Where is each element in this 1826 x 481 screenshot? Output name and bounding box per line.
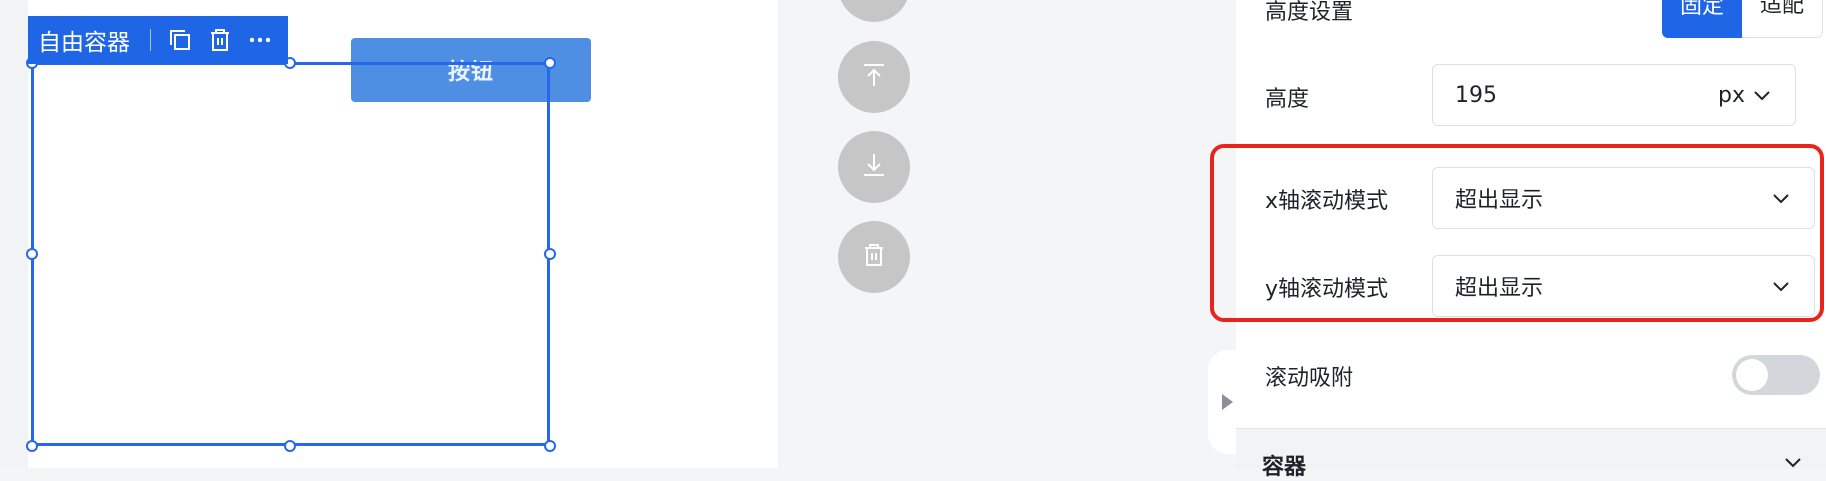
scroll-snap-toggle[interactable]: [1732, 355, 1820, 395]
move-down-button[interactable]: [838, 131, 910, 203]
resize-handle-left[interactable]: [26, 248, 38, 260]
toggle-knob: [1736, 359, 1768, 391]
delete-icon: [859, 240, 889, 274]
move-up-icon: [859, 60, 889, 94]
x-scroll-mode-select[interactable]: 超出显示: [1432, 167, 1815, 229]
y-scroll-mode-value: 超出显示: [1455, 276, 1544, 301]
chevron-down-icon: [1785, 458, 1801, 468]
y-scroll-mode-label: y轴滚动模式: [1265, 277, 1389, 302]
container-section-header[interactable]: 容器: [1236, 428, 1826, 480]
toolbar-divider: [150, 29, 151, 51]
chevron-down-icon: [1773, 282, 1789, 292]
height-label: 高度: [1265, 87, 1310, 112]
resize-handle-bottom[interactable]: [284, 440, 296, 452]
x-scroll-mode-label: x轴滚动模式: [1265, 189, 1389, 214]
copy-icon[interactable]: [167, 27, 193, 53]
move-up-button[interactable]: [838, 41, 910, 113]
height-mode-adaptive[interactable]: 适配: [1742, 0, 1824, 38]
chevron-down-icon: [1773, 194, 1789, 204]
container-section-title: 容器: [1262, 455, 1307, 480]
delete-icon[interactable]: [207, 27, 233, 53]
resize-handle-bottom-left[interactable]: [26, 440, 38, 452]
height-input[interactable]: 195 px: [1432, 64, 1796, 126]
delete-button[interactable]: [838, 221, 910, 293]
height-setting-label: 高度设置: [1265, 0, 1354, 25]
resize-handle-right[interactable]: [544, 248, 556, 260]
scroll-snap-label: 滚动吸附: [1265, 366, 1354, 391]
collapse-arrow-icon: [1222, 394, 1233, 410]
height-unit: px: [1718, 82, 1745, 108]
more-icon[interactable]: [247, 27, 273, 53]
height-value: 195: [1455, 82, 1497, 108]
height-mode-fixed[interactable]: 固定: [1662, 0, 1743, 38]
resize-handle-bottom-right[interactable]: [544, 440, 556, 452]
free-container-selection[interactable]: [31, 62, 550, 446]
x-scroll-mode-value: 超出显示: [1455, 188, 1544, 213]
component-name: 自由容器: [38, 30, 130, 56]
y-scroll-mode-select[interactable]: 超出显示: [1432, 255, 1815, 317]
height-mode-segment: 固定 适配: [1662, 0, 1824, 38]
component-toolbar: 自由容器: [28, 16, 288, 64]
resize-handle-top-right[interactable]: [544, 57, 556, 69]
move-down-icon: [859, 150, 889, 184]
fab-partial[interactable]: [838, 0, 910, 22]
chevron-down-icon[interactable]: [1751, 84, 1773, 106]
